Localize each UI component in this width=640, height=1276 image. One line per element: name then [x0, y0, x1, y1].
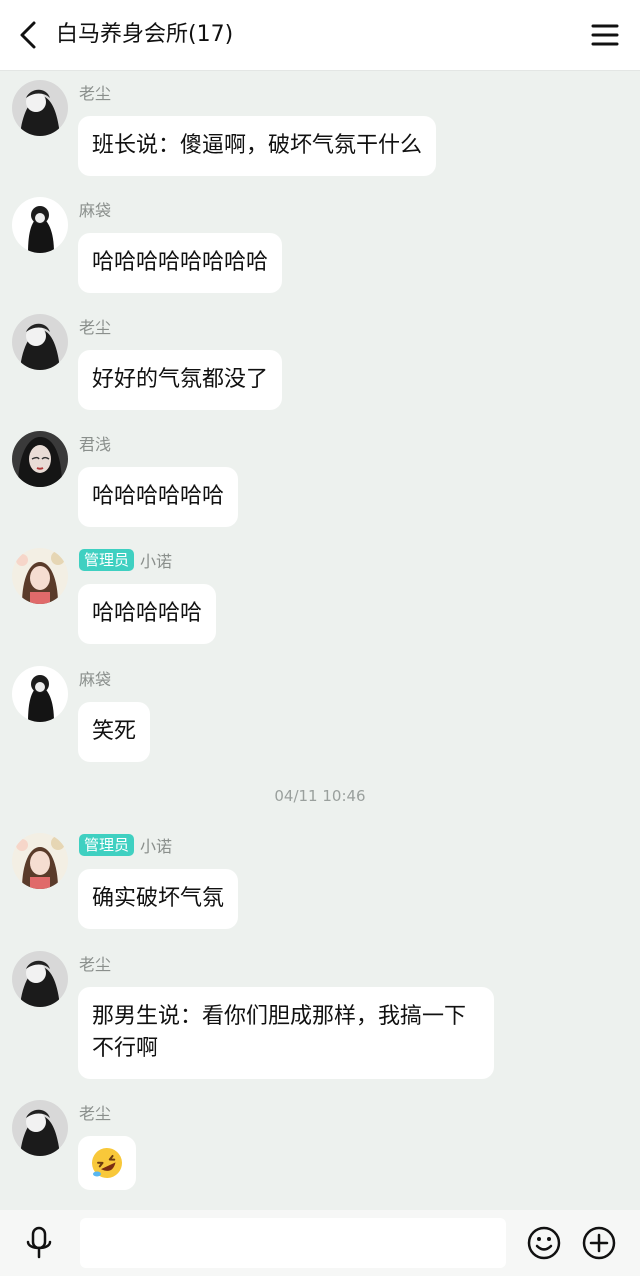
sender-name: 君浅: [79, 435, 112, 454]
message-input[interactable]: [80, 1218, 506, 1268]
sender-name: 小诺: [140, 837, 173, 856]
message-bubble[interactable]: 确实破坏气氛: [78, 869, 239, 929]
avatar[interactable]: [12, 1100, 68, 1156]
message-meta: 老尘: [79, 80, 111, 104]
message-bubble[interactable]: 好好的气氛都没了: [78, 350, 283, 410]
smiley-icon[interactable]: [525, 1224, 563, 1262]
message-bubble[interactable]: 哈哈哈哈哈哈哈哈: [78, 233, 283, 293]
timestamp-divider: 04/11 10:46: [274, 787, 366, 805]
avatar[interactable]: [12, 666, 68, 722]
sender-name: 小诺: [140, 552, 173, 571]
message-meta: 君浅: [79, 431, 111, 455]
message-bubble[interactable]: 哈哈哈哈哈哈: [78, 467, 239, 527]
sender-name: 麻袋: [79, 670, 112, 689]
avatar[interactable]: [12, 197, 68, 253]
microphone-icon[interactable]: [20, 1224, 58, 1262]
message-bubble[interactable]: 笑死: [78, 702, 151, 762]
message-meta: 老尘: [79, 1100, 111, 1124]
message-bubble[interactable]: 那男生说：看你们胆成那样，我搞一下不行啊: [78, 987, 494, 1079]
back-arrow-icon[interactable]: [12, 17, 48, 53]
menu-icon[interactable]: [590, 20, 620, 50]
avatar[interactable]: [12, 833, 68, 889]
chat-title: 白马养身会所(17): [56, 22, 234, 47]
message-meta: 老尘: [79, 314, 111, 338]
plus-icon[interactable]: [580, 1224, 618, 1262]
message-meta: 麻袋: [79, 666, 111, 690]
message-meta: 管理员 小诺: [79, 548, 172, 572]
sender-name: 老尘: [79, 1104, 112, 1123]
admin-badge: 管理员: [79, 549, 135, 571]
sender-name: 老尘: [79, 318, 112, 337]
sender-name: 老尘: [79, 955, 112, 974]
avatar[interactable]: [12, 314, 68, 370]
message-meta: 麻袋: [79, 197, 111, 221]
message-meta: 老尘: [79, 951, 111, 975]
sender-name: 麻袋: [79, 201, 112, 220]
admin-badge: 管理员: [79, 834, 135, 856]
avatar[interactable]: [12, 951, 68, 1007]
avatar[interactable]: [12, 80, 68, 136]
chat-header: 白马养身会所(17): [0, 0, 640, 71]
sender-name: 老尘: [79, 84, 112, 103]
avatar[interactable]: [12, 548, 68, 604]
avatar[interactable]: [12, 431, 68, 487]
message-bubble[interactable]: [78, 1136, 136, 1190]
message-meta: 管理员 小诺: [79, 833, 172, 857]
message-bubble[interactable]: 哈哈哈哈哈: [78, 584, 217, 644]
message-bubble[interactable]: 班长说：傻逼啊，破坏气氛干什么: [78, 116, 437, 176]
input-bar: [0, 1210, 640, 1276]
rolling-on-floor-laughing-icon: [92, 1148, 122, 1178]
